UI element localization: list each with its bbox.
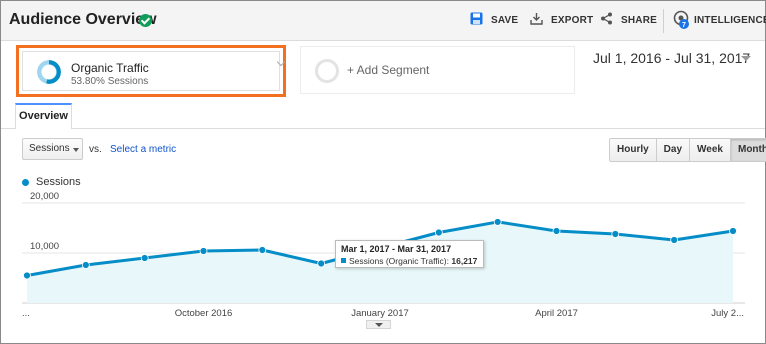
chart-tooltip: Mar 1, 2017 - Mar 31, 2017 Sessions (Org… [335, 240, 484, 268]
y-tick-label: 10,000 [30, 241, 59, 252]
data-point [434, 228, 443, 237]
x-tick-label: July 2... [711, 308, 744, 319]
tooltip-value: 16,217 [451, 256, 478, 266]
tooltip-series-label: Sessions (Organic Traffic): [349, 256, 449, 266]
data-point [729, 227, 737, 235]
tooltip-row: Sessions (Organic Traffic): 16,217 [341, 256, 478, 266]
tooltip-date: Mar 1, 2017 - Mar 31, 2017 [341, 244, 452, 254]
x-tick-label: ... [22, 308, 30, 319]
x-tick-label: January 2017 [351, 308, 409, 319]
data-point [670, 236, 679, 244]
data-point [493, 218, 502, 226]
data-point [552, 227, 561, 235]
data-point [258, 246, 267, 254]
sessions-line-chart: 10,000 20,000... October 2016 January 2017 A… [22, 191, 745, 319]
x-tick-label: April 2017 [535, 308, 578, 319]
data-point [611, 230, 620, 238]
x-tick-label: October 2016 [175, 308, 233, 319]
data-point [23, 271, 31, 280]
data-point [317, 259, 326, 268]
data-point [81, 261, 90, 269]
chart-expand-handle-icon[interactable] [366, 320, 391, 329]
data-point [199, 247, 208, 255]
tooltip-series-swatch [341, 258, 346, 263]
data-point [140, 254, 149, 262]
y-tick-label: 20,000 [30, 191, 59, 202]
